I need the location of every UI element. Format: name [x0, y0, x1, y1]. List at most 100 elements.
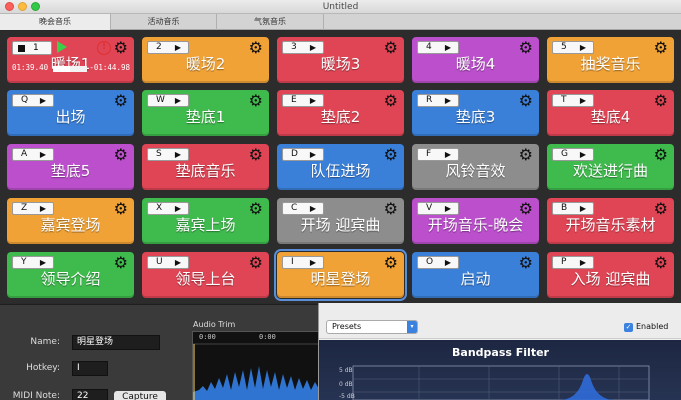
sound-pad[interactable]: D ▶ ⚙ 队伍进场 — [277, 144, 404, 190]
pad-label: 垫底4 — [590, 108, 631, 126]
window-title: Untitled — [322, 2, 359, 12]
tab-2[interactable]: 活动音乐 — [111, 14, 217, 30]
pad-key: 3 — [291, 42, 297, 52]
db-label: 0 dB — [339, 381, 353, 388]
pad-label: 启动 — [460, 270, 491, 288]
play-icon: ▶ — [309, 150, 316, 159]
sound-pad[interactable]: T ▶ ⚙ 垫底4 — [547, 90, 674, 136]
sound-pad[interactable]: G ▶ ⚙ 欢送进行曲 — [547, 144, 674, 190]
name-label: Name: — [30, 337, 60, 347]
sound-pad[interactable]: 5 ▶ ⚙ 抽奖音乐 — [547, 37, 674, 83]
capture-button[interactable]: Capture — [114, 391, 166, 400]
play-icon: ▶ — [174, 204, 181, 213]
presets-label: Presets — [332, 322, 362, 331]
pad-key: 5 — [561, 42, 567, 52]
sound-pad[interactable]: B ▶ ⚙ 开场音乐素材 — [547, 198, 674, 244]
audio-trim-label: Audio Trim — [193, 320, 236, 329]
play-icon: ▶ — [579, 96, 586, 105]
chevron-down-icon: ▾ — [407, 321, 417, 333]
pad-key: C — [291, 203, 298, 213]
pad-label: 垫底音乐 — [175, 162, 236, 180]
pad-key: 2 — [156, 42, 162, 52]
pad-label: 垫底2 — [320, 108, 361, 126]
sound-pad[interactable]: A ▶ ⚙ 垫底5 — [7, 144, 134, 190]
sound-pad[interactable]: Y ▶ ⚙ 领导介绍 — [7, 252, 134, 298]
db-label: -5 dB — [339, 393, 355, 400]
play-icon: ▶ — [39, 204, 46, 213]
sound-pad[interactable]: I ▶ ⚙ 明星登场 — [274, 249, 407, 301]
pad-key: V — [426, 203, 433, 213]
pad-key: X — [156, 203, 163, 213]
audio-trim-waveform[interactable]: 0:00 0:00 — [192, 331, 323, 400]
play-icon — [57, 41, 67, 53]
sound-pad[interactable]: Z ▶ ⚙ 嘉宾登场 — [7, 198, 134, 244]
play-icon: ▶ — [444, 43, 451, 52]
pad-label: 欢送进行曲 — [572, 162, 648, 180]
db-label: 5 dB — [339, 367, 353, 374]
pad-key: F — [426, 149, 432, 159]
enabled-checkbox[interactable]: ✓ — [624, 323, 633, 332]
midi-note-label: MIDI Note: — [12, 391, 60, 400]
pad-key: A — [21, 149, 28, 159]
pad-key: W — [156, 95, 165, 105]
sound-pad[interactable]: E ▶ ⚙ 垫底2 — [277, 90, 404, 136]
pad-label: 明星登场 — [310, 270, 371, 288]
pad-key: Y — [21, 257, 27, 267]
sound-pad[interactable]: 1! ⚙ 暖场1 01:39.40 -01:44.98 — [7, 37, 134, 83]
pad-label: 暖场4 — [455, 55, 496, 73]
pad-label: 入场 迎宾曲 — [570, 270, 651, 288]
play-icon: ▶ — [309, 96, 316, 105]
pad-key: R — [426, 95, 433, 105]
enabled-label: Enabled — [636, 322, 669, 331]
sound-pad[interactable]: V ▶ ⚙ 开场音乐-晚会 — [412, 198, 539, 244]
sound-pad[interactable]: C ▶ ⚙ 开场 迎宾曲 — [277, 198, 404, 244]
filter-curve — [352, 365, 650, 400]
pad-key: Z — [21, 203, 28, 213]
name-field[interactable]: 明星登场 — [72, 335, 160, 350]
sound-pad[interactable]: 4 ▶ ⚙ 暖场4 — [412, 37, 539, 83]
pad-label: 垫底5 — [50, 162, 91, 180]
sound-pad[interactable]: F ▶ ⚙ 风铃音效 — [412, 144, 539, 190]
pad-label: 开场音乐素材 — [565, 216, 656, 234]
sound-pad[interactable]: Q ▶ ⚙ 出场 — [7, 90, 134, 136]
sound-pad[interactable]: P ▶ ⚙ 入场 迎宾曲 — [547, 252, 674, 298]
pad-label: 垫底3 — [455, 108, 496, 126]
play-icon: ▶ — [309, 204, 316, 213]
tab-3[interactable]: 气氛音乐 — [217, 14, 324, 30]
bandpass-filter-graph[interactable]: Bandpass Filter 5 dB 0 dB -5 dB — [319, 340, 681, 400]
presets-dropdown[interactable]: Presets ▾ — [326, 320, 418, 334]
play-icon: ▶ — [579, 150, 586, 159]
pad-key: O — [426, 257, 434, 267]
hotkey-field[interactable]: I — [72, 361, 108, 376]
tab-1[interactable]: 晚会音乐 — [0, 14, 111, 30]
sound-pad[interactable]: 3 ▶ ⚙ 暖场3 — [277, 37, 404, 83]
pad-label: 垫底1 — [185, 108, 226, 126]
sound-pad[interactable]: W ▶ ⚙ 垫底1 — [142, 90, 269, 136]
sound-pad[interactable]: R ▶ ⚙ 垫底3 — [412, 90, 539, 136]
sound-pad[interactable]: U ▶ ⚙ 领导上台 — [142, 252, 269, 298]
play-icon: ▶ — [174, 150, 181, 159]
play-icon: ▶ — [579, 258, 586, 267]
pad-label: 队伍进场 — [310, 162, 371, 180]
remaining-time: -01:44.98 — [89, 63, 130, 72]
waveform — [193, 343, 323, 400]
play-icon: ▶ — [444, 204, 451, 213]
sound-pad[interactable]: X ▶ ⚙ 嘉宾上场 — [142, 198, 269, 244]
play-icon: ▶ — [309, 43, 316, 52]
play-icon: ▶ — [444, 96, 451, 105]
pad-key: P — [561, 257, 567, 267]
midi-note-field[interactable]: 22 — [72, 389, 108, 400]
sound-pad[interactable]: 2 ▶ ⚙ 暖场2 — [142, 37, 269, 83]
pad-label: 嘉宾上场 — [175, 216, 236, 234]
pad-key: G — [561, 149, 568, 159]
pad-label: 开场音乐-晚会 — [427, 216, 524, 234]
sound-pad-grid: 1! ⚙ 暖场1 01:39.40 -01:44.98 2 ▶ ⚙ 暖场2 3 ▶ ⚙ 暖场3 4 ▶ ⚙ 暖场… — [0, 31, 681, 303]
pad-label: 抽奖音乐 — [580, 55, 641, 73]
sound-pad[interactable]: S ▶ ⚙ 垫底音乐 — [142, 144, 269, 190]
play-icon: ▶ — [174, 43, 181, 52]
stop-icon — [18, 45, 25, 52]
pad-label: 暖场2 — [185, 55, 226, 73]
pad-key: E — [291, 95, 297, 105]
sound-pad[interactable]: O ▶ ⚙ 启动 — [412, 252, 539, 298]
page-tabs: 晚会音乐 活动音乐 气氛音乐 — [0, 14, 681, 30]
